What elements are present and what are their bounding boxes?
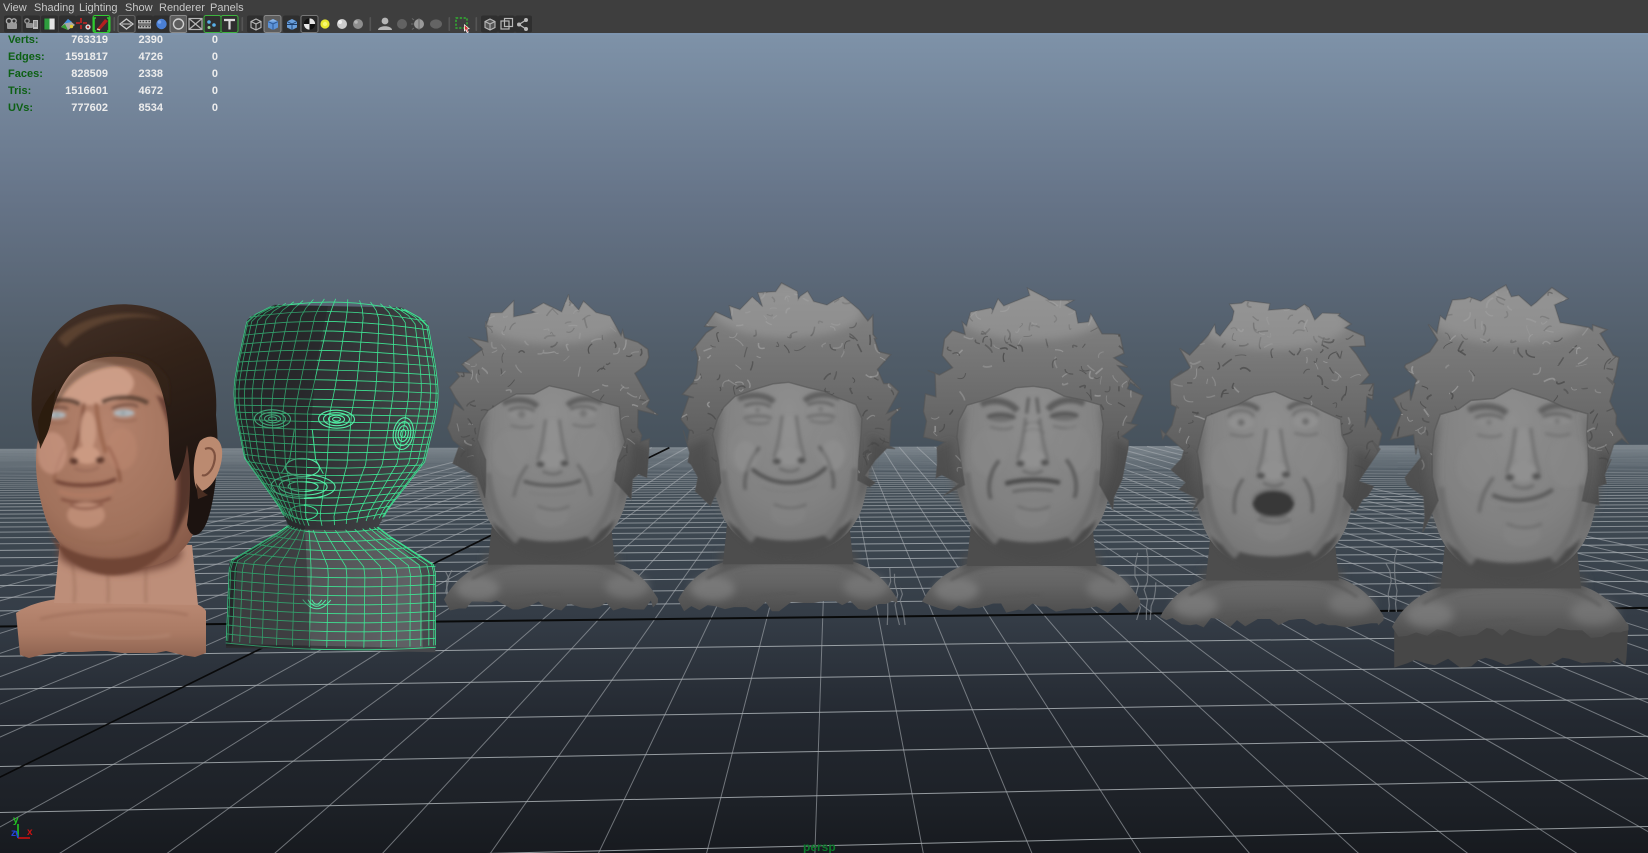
svg-text:x: x <box>27 827 33 838</box>
svg-text:persp: persp <box>803 840 836 853</box>
svg-text:y: y <box>13 815 19 826</box>
svg-text:z: z <box>11 828 16 839</box>
